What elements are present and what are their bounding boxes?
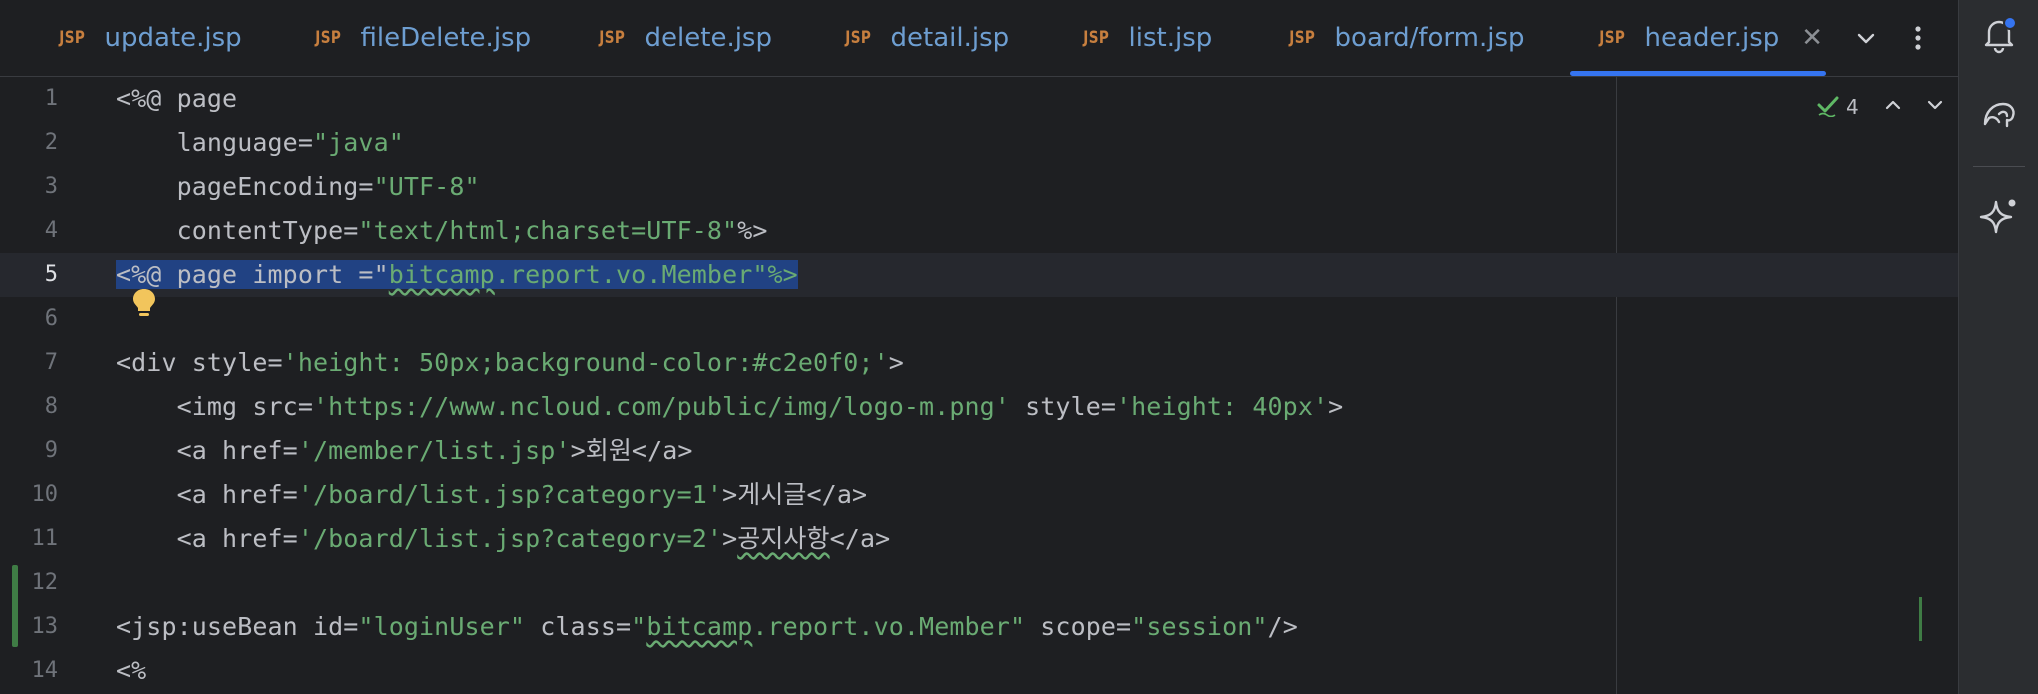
jsp-file-icon: JSP xyxy=(315,28,342,48)
tab-label: detail.jsp xyxy=(890,23,1010,53)
jsp-file-icon: JSP xyxy=(845,28,872,48)
tab-label: header.jsp xyxy=(1644,23,1780,53)
code-line: 1 <%@ page xyxy=(0,77,1958,121)
code-text: <%@ page import ="bitcamp.report.vo.Memb… xyxy=(116,253,798,297)
code-line: 11 <a href='/board/list.jsp?category=2'>… xyxy=(0,517,1958,561)
chevron-down-icon[interactable] xyxy=(1846,18,1886,58)
code-line: 4 contentType="text/html;charset=UTF-8"%… xyxy=(0,209,1958,253)
tab-filedelete-jsp[interactable]: JSP fileDelete.jsp xyxy=(312,0,531,76)
jsp-file-icon: JSP xyxy=(1599,28,1626,48)
code-line-current: 5 <%@ page import ="bitcamp.report.vo.Me… xyxy=(0,253,1958,297)
tab-board-form-jsp[interactable]: JSP board/form.jsp xyxy=(1286,0,1525,76)
tab-label: delete.jsp xyxy=(644,23,772,53)
tab-label: list.jsp xyxy=(1128,23,1213,53)
active-tab-indicator xyxy=(1570,71,1826,76)
line-number: 13 xyxy=(31,614,59,639)
code-line: 7 <div style='height: 50px;background-co… xyxy=(0,341,1958,385)
jsp-file-icon: JSP xyxy=(1289,28,1316,48)
line-number: 3 xyxy=(44,174,58,199)
code-text: <jsp:useBean id="loginUser" class="bitca… xyxy=(116,612,1298,641)
scrollbar-change-marker[interactable] xyxy=(1919,597,1922,641)
code-text: <a href='/board/list.jsp?category=2'>공지사… xyxy=(116,524,891,553)
editor-tab-bar: JSP update.jsp JSP fileDelete.jsp JSP de… xyxy=(0,0,1958,77)
close-tab-icon[interactable]: ✕ xyxy=(1801,23,1823,53)
code-text: <div style='height: 50px;background-colo… xyxy=(116,348,904,377)
line-number: 8 xyxy=(44,394,58,419)
right-tool-window-bar xyxy=(1958,0,2038,694)
code-text: language="java" xyxy=(116,128,404,157)
code-line: 13 <jsp:useBean id="loginUser" class="bi… xyxy=(0,605,1958,649)
line-number: 14 xyxy=(31,658,59,683)
tab-delete-jsp[interactable]: JSP delete.jsp xyxy=(596,0,772,76)
code-text: <img src='https://www.ncloud.com/public/… xyxy=(116,392,1344,421)
code-editor[interactable]: 4 1 <%@ page 2 language="java" 3 pageEnc… xyxy=(0,77,1958,694)
code-line: 12 xyxy=(0,561,1958,605)
code-line: 6 xyxy=(0,297,1958,341)
sparkle-icon[interactable] xyxy=(1979,196,2019,236)
elephant-icon[interactable] xyxy=(1979,94,2019,134)
tool-separator xyxy=(1973,166,2025,167)
line-number: 7 xyxy=(44,350,58,375)
code-line: 3 pageEncoding="UTF-8" xyxy=(0,165,1958,209)
line-number: 2 xyxy=(44,130,58,155)
code-text: <a href='/member/list.jsp'>회원</a> xyxy=(116,436,693,465)
line-number: 9 xyxy=(44,438,58,463)
bell-icon[interactable] xyxy=(1979,14,2019,54)
line-number: 11 xyxy=(31,526,59,551)
tab-header-jsp[interactable]: JSP header.jsp ✕ xyxy=(1596,0,1823,76)
more-vertical-icon[interactable] xyxy=(1898,18,1938,58)
code-text: <%@ page xyxy=(116,84,238,113)
text-selection: <%@ page import ="bitcamp.report.vo.Memb… xyxy=(116,260,798,289)
jsp-file-icon: JSP xyxy=(1083,28,1110,48)
tab-label: fileDelete.jsp xyxy=(360,23,532,53)
code-line: 8 <img src='https://www.ncloud.com/publi… xyxy=(0,385,1958,429)
jsp-file-icon: JSP xyxy=(59,28,86,48)
line-number: 5 xyxy=(44,262,58,287)
code-line: 14 <% xyxy=(0,649,1958,693)
code-text: <a href='/board/list.jsp?category=1'>게시글… xyxy=(116,480,868,509)
lightbulb-icon[interactable] xyxy=(130,287,158,323)
code-text: <% xyxy=(116,656,147,685)
line-number: 12 xyxy=(31,570,59,595)
jsp-file-icon: JSP xyxy=(599,28,626,48)
tab-update-jsp[interactable]: JSP update.jsp xyxy=(56,0,242,76)
line-number: 4 xyxy=(44,218,58,243)
tab-list-jsp[interactable]: JSP list.jsp xyxy=(1080,0,1212,76)
tab-label: update.jsp xyxy=(104,23,242,53)
code-text: pageEncoding="UTF-8" xyxy=(116,172,480,201)
tab-detail-jsp[interactable]: JSP detail.jsp xyxy=(842,0,1009,76)
line-number: 1 xyxy=(44,86,58,111)
code-text: contentType="text/html;charset=UTF-8"%> xyxy=(116,216,768,245)
line-number: 6 xyxy=(44,306,58,331)
line-number: 10 xyxy=(31,482,59,507)
code-line: 2 language="java" xyxy=(0,121,1958,165)
code-line: 9 <a href='/member/list.jsp'>회원</a> xyxy=(0,429,1958,473)
code-line: 10 <a href='/board/list.jsp?category=1'>… xyxy=(0,473,1958,517)
tab-label: board/form.jsp xyxy=(1334,23,1525,53)
